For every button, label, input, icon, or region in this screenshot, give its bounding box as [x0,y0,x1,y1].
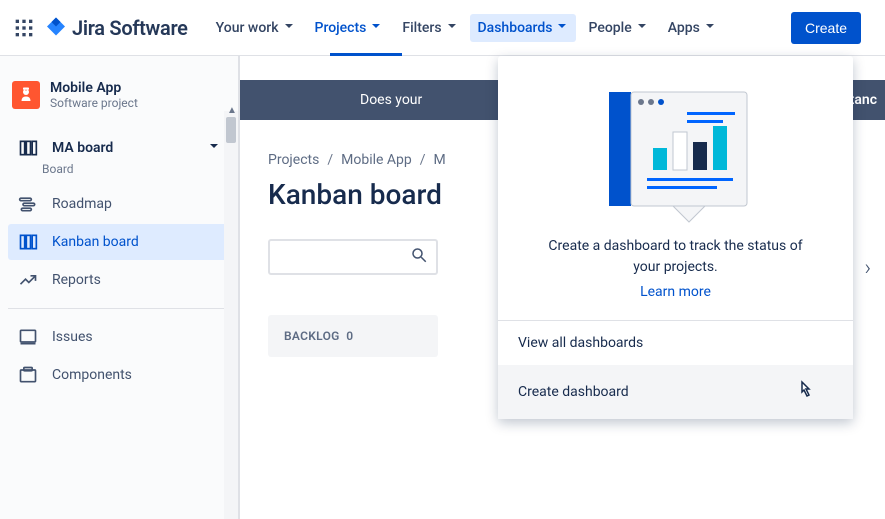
roadmap-icon [18,194,42,214]
issues-icon [18,327,42,347]
sidebar-item-label: Reports [52,272,101,288]
sidebar-item-kanban[interactable]: Kanban board [8,224,230,260]
sidebar-item-components[interactable]: Components [8,357,230,393]
nav-dashboards[interactable]: Dashboards [470,14,577,42]
breadcrumb-item[interactable]: Mobile App [341,152,412,168]
dashboards-dropdown: Create a dashboard to track the status o… [498,56,853,419]
sidebar-item-label: Kanban board [52,234,139,250]
board-icon [18,138,42,158]
chevron-down-icon [370,20,382,36]
column-count: 0 [346,329,353,343]
sidebar-item-label: Components [52,367,132,383]
sidebar-item-roadmap[interactable]: Roadmap [8,186,230,222]
nav-projects[interactable]: Projects [307,14,391,42]
sidebar-board-header[interactable]: MA board [8,130,230,166]
create-button[interactable]: Create [791,12,861,44]
chevron-right-icon[interactable]: › [864,256,871,281]
column-header-backlog[interactable]: BACKLOG 0 [268,315,438,357]
nav-people[interactable]: People [580,14,655,42]
chevron-down-icon [283,20,295,36]
cursor-pointer-icon [795,379,815,405]
scrollbar-thumb[interactable] [226,117,236,143]
nav-filters[interactable]: Filters [394,14,465,42]
dropdown-description: Create a dashboard to track the status o… [498,236,853,278]
project-icon [12,81,40,109]
sidebar-item-label: Roadmap [52,196,112,212]
sidebar-item-label: Issues [52,329,93,345]
search-box[interactable] [268,239,438,275]
components-icon [18,365,42,385]
chevron-down-icon [556,20,568,36]
project-title: Mobile App [50,80,138,96]
breadcrumb-item[interactable]: M [434,152,446,168]
learn-more-link[interactable]: Learn more [498,284,853,300]
sidebar: Mobile App Software project MA board Boa… [0,56,240,519]
top-nav: Jira Software Your work Projects Filters… [0,0,885,56]
sidebar-scrollbar[interactable]: ▲ [224,111,238,519]
sidebar-divider [8,308,230,309]
project-subtitle: Software project [50,96,138,110]
chevron-down-icon [208,140,220,156]
logo-text: Jira Software [72,16,188,40]
nav-apps[interactable]: Apps [660,14,724,42]
chevron-down-icon [446,20,458,36]
project-header[interactable]: Mobile App Software project [0,80,238,130]
scroll-up-icon: ▲ [227,105,237,116]
search-icon[interactable] [410,246,428,268]
chevron-down-icon [636,20,648,36]
dashboard-illustration [498,56,853,236]
nav-your-work[interactable]: Your work [208,14,303,42]
jira-logo[interactable]: Jira Software [44,16,188,40]
search-input[interactable] [290,249,410,265]
breadcrumb-item[interactable]: Projects [268,152,319,168]
reports-icon [18,270,42,290]
sidebar-item-issues[interactable]: Issues [8,319,230,355]
chevron-down-icon [704,20,716,36]
board-subtitle: Board [42,162,230,176]
app-switcher-icon[interactable] [12,16,36,40]
sidebar-item-reports[interactable]: Reports [8,262,230,298]
dropdown-view-all-dashboards[interactable]: View all dashboards [498,321,853,365]
board-icon [18,232,42,252]
dropdown-create-dashboard[interactable]: Create dashboard [498,365,853,419]
